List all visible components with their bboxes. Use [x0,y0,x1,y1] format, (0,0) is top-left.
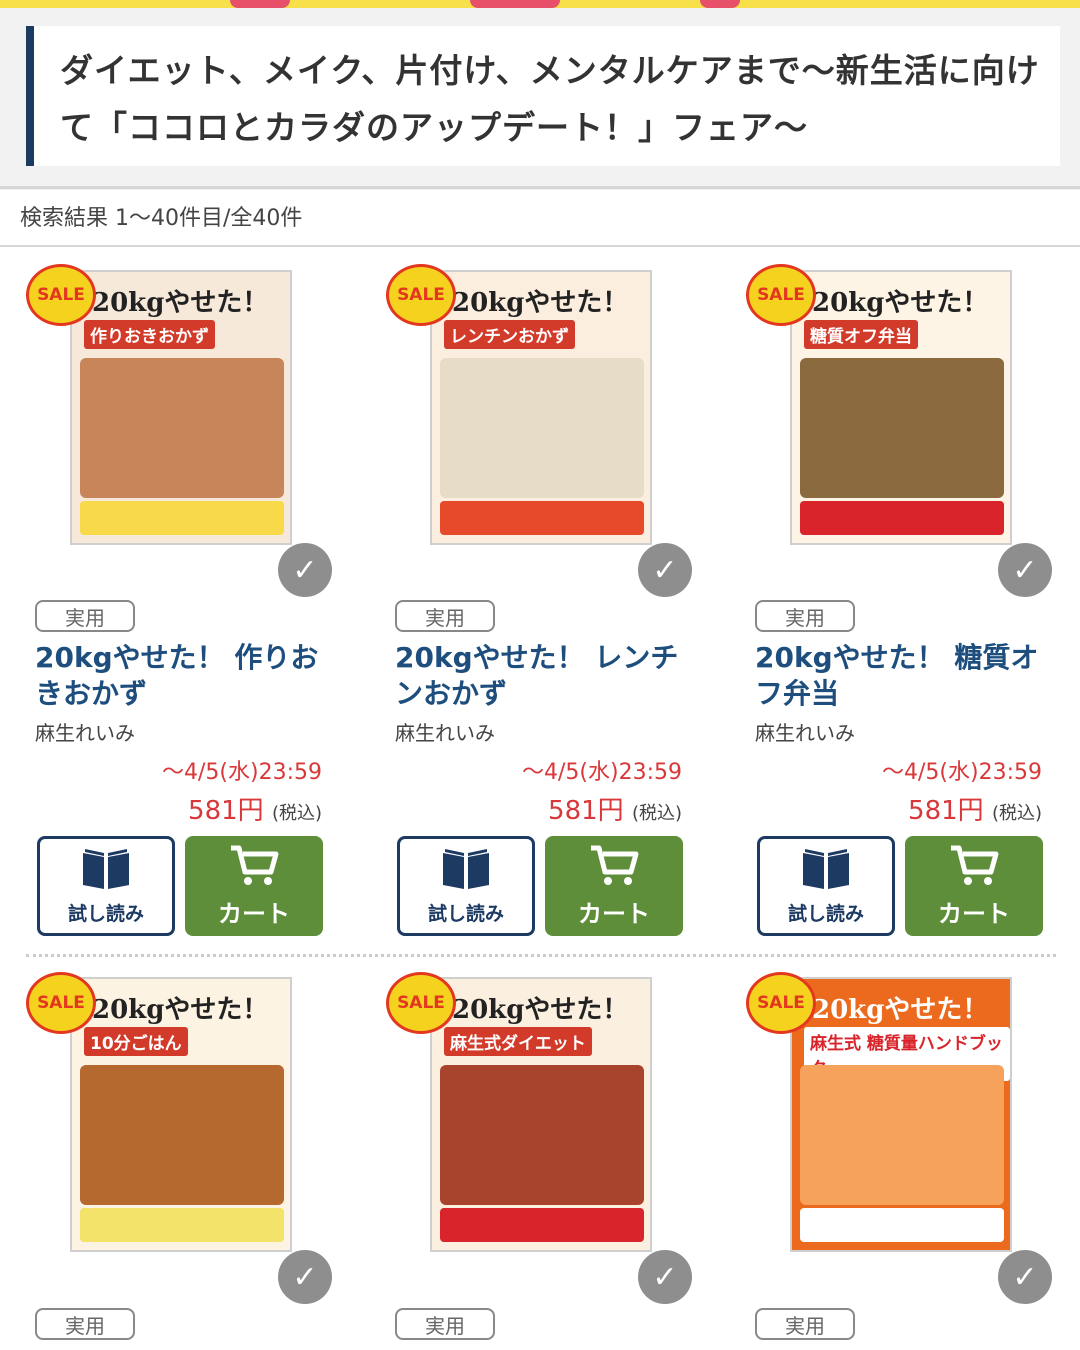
book-cover[interactable]: 20kgやせた！ 麻生式 糖質量ハンドブック [790,977,1012,1252]
tax-label: (税込) [631,803,682,824]
trial-read-button[interactable]: 試し読み [757,836,895,936]
cover-photo [440,1065,644,1205]
check-icon[interactable]: ✓ [638,1250,692,1304]
cover-footer [440,1208,644,1242]
cover-photo [800,358,1004,498]
sale-badge: SALE [746,972,816,1034]
price-value: 581円 [188,796,264,826]
book-title[interactable]: 20kgやせた！ レンチンおかず [395,640,695,712]
cover-subtitle: 麻生式ダイエット [444,1027,592,1056]
fair-headline-text: ダイエット、メイク、片付け、メンタルケアまで〜新生活に向けて「ココロとカラダのア… [60,51,1040,147]
cover-footer [80,1208,284,1242]
cart-icon [589,844,639,890]
cover-photo [80,358,284,498]
sale-deadline: 〜4/5(水)23:59 [522,760,682,785]
book-cover[interactable]: 20kgやせた！ レンチンおかず [430,270,652,545]
tax-label: (税込) [271,803,322,824]
result-count: 検索結果 1〜40件目/全40件 [20,206,303,231]
row-divider [26,954,1056,957]
book-cover[interactable]: 20kgやせた！ 作りおきおかず [70,270,292,545]
divider [0,186,1080,189]
price-value: 581円 [548,796,624,826]
cart-label: カート [938,899,1010,928]
cover-subtitle: レンチンおかず [444,320,575,349]
trial-read-label: 試し読み [787,902,864,925]
divider [0,245,1080,247]
cover-photo [440,358,644,498]
sale-deadline: 〜4/5(水)23:59 [882,760,1042,785]
book-icon [441,847,491,895]
check-icon[interactable]: ✓ [278,543,332,597]
tax-label: (税込) [991,803,1042,824]
fair-headline: ダイエット、メイク、片付け、メンタルケアまで〜新生活に向けて「ココロとカラダのア… [26,26,1060,166]
cart-button[interactable]: カート [185,836,323,936]
book-author[interactable]: 麻生れいみ [35,717,135,746]
book-cover[interactable]: 20kgやせた！ 糖質オフ弁当 [790,270,1012,545]
cart-icon [949,844,999,890]
sale-badge: SALE [386,972,456,1034]
cart-button[interactable]: カート [905,836,1043,936]
book-icon [81,847,131,895]
trial-read-button[interactable]: 試し読み [37,836,175,936]
category-tag: 実用 [755,600,855,632]
cover-title: 20kgやせた！ [812,995,989,1025]
book-price: 581円 (税込) [742,790,1042,827]
book-icon [801,847,851,895]
sale-badge: SALE [26,264,96,326]
cover-title: 20kgやせた！ [92,995,269,1025]
trial-read-button[interactable]: 試し読み [397,836,535,936]
cover-photo [80,1065,284,1205]
cover-title: 20kgやせた！ [812,288,989,318]
check-icon[interactable]: ✓ [278,1250,332,1304]
book-author[interactable]: 麻生れいみ [755,717,855,746]
sale-badge: SALE [746,264,816,326]
category-tag: 実用 [35,1308,135,1340]
cart-label: カート [578,899,650,928]
cover-subtitle: 作りおきおかず [84,320,215,349]
check-icon[interactable]: ✓ [998,1250,1052,1304]
book-title[interactable]: 20kgやせた！ 糖質オフ弁当 [755,640,1055,712]
check-icon[interactable]: ✓ [998,543,1052,597]
book-title[interactable]: 20kgやせた！ 作りおきおかず [35,640,335,712]
sale-badge: SALE [26,972,96,1034]
cover-footer [800,1208,1004,1242]
category-tag: 実用 [395,1308,495,1340]
cover-photo [800,1065,1004,1205]
cover-footer [440,501,644,535]
cover-subtitle: 糖質オフ弁当 [804,320,918,349]
top-banner-strip [0,0,1080,8]
book-cover[interactable]: 20kgやせた！ 麻生式ダイエット [430,977,652,1252]
cart-icon [229,844,279,890]
cart-label: カート [218,899,290,928]
category-tag: 実用 [395,600,495,632]
category-tag: 実用 [755,1308,855,1340]
book-cover[interactable]: 20kgやせた！ 10分ごはん [70,977,292,1252]
cover-title: 20kgやせた！ [452,995,629,1025]
trial-read-label: 試し読み [67,902,144,925]
cover-footer [800,501,1004,535]
cover-footer [80,501,284,535]
cart-button[interactable]: カート [545,836,683,936]
cover-title: 20kgやせた！ [452,288,629,318]
cover-subtitle: 10分ごはん [84,1027,188,1056]
category-tag: 実用 [35,600,135,632]
cover-title: 20kgやせた！ [92,288,269,318]
book-author[interactable]: 麻生れいみ [395,717,495,746]
trial-read-label: 試し読み [427,902,504,925]
book-price: 581円 (税込) [22,790,322,827]
book-price: 581円 (税込) [382,790,682,827]
sale-badge: SALE [386,264,456,326]
check-icon[interactable]: ✓ [638,543,692,597]
price-value: 581円 [908,796,984,826]
sale-deadline: 〜4/5(水)23:59 [162,760,322,785]
